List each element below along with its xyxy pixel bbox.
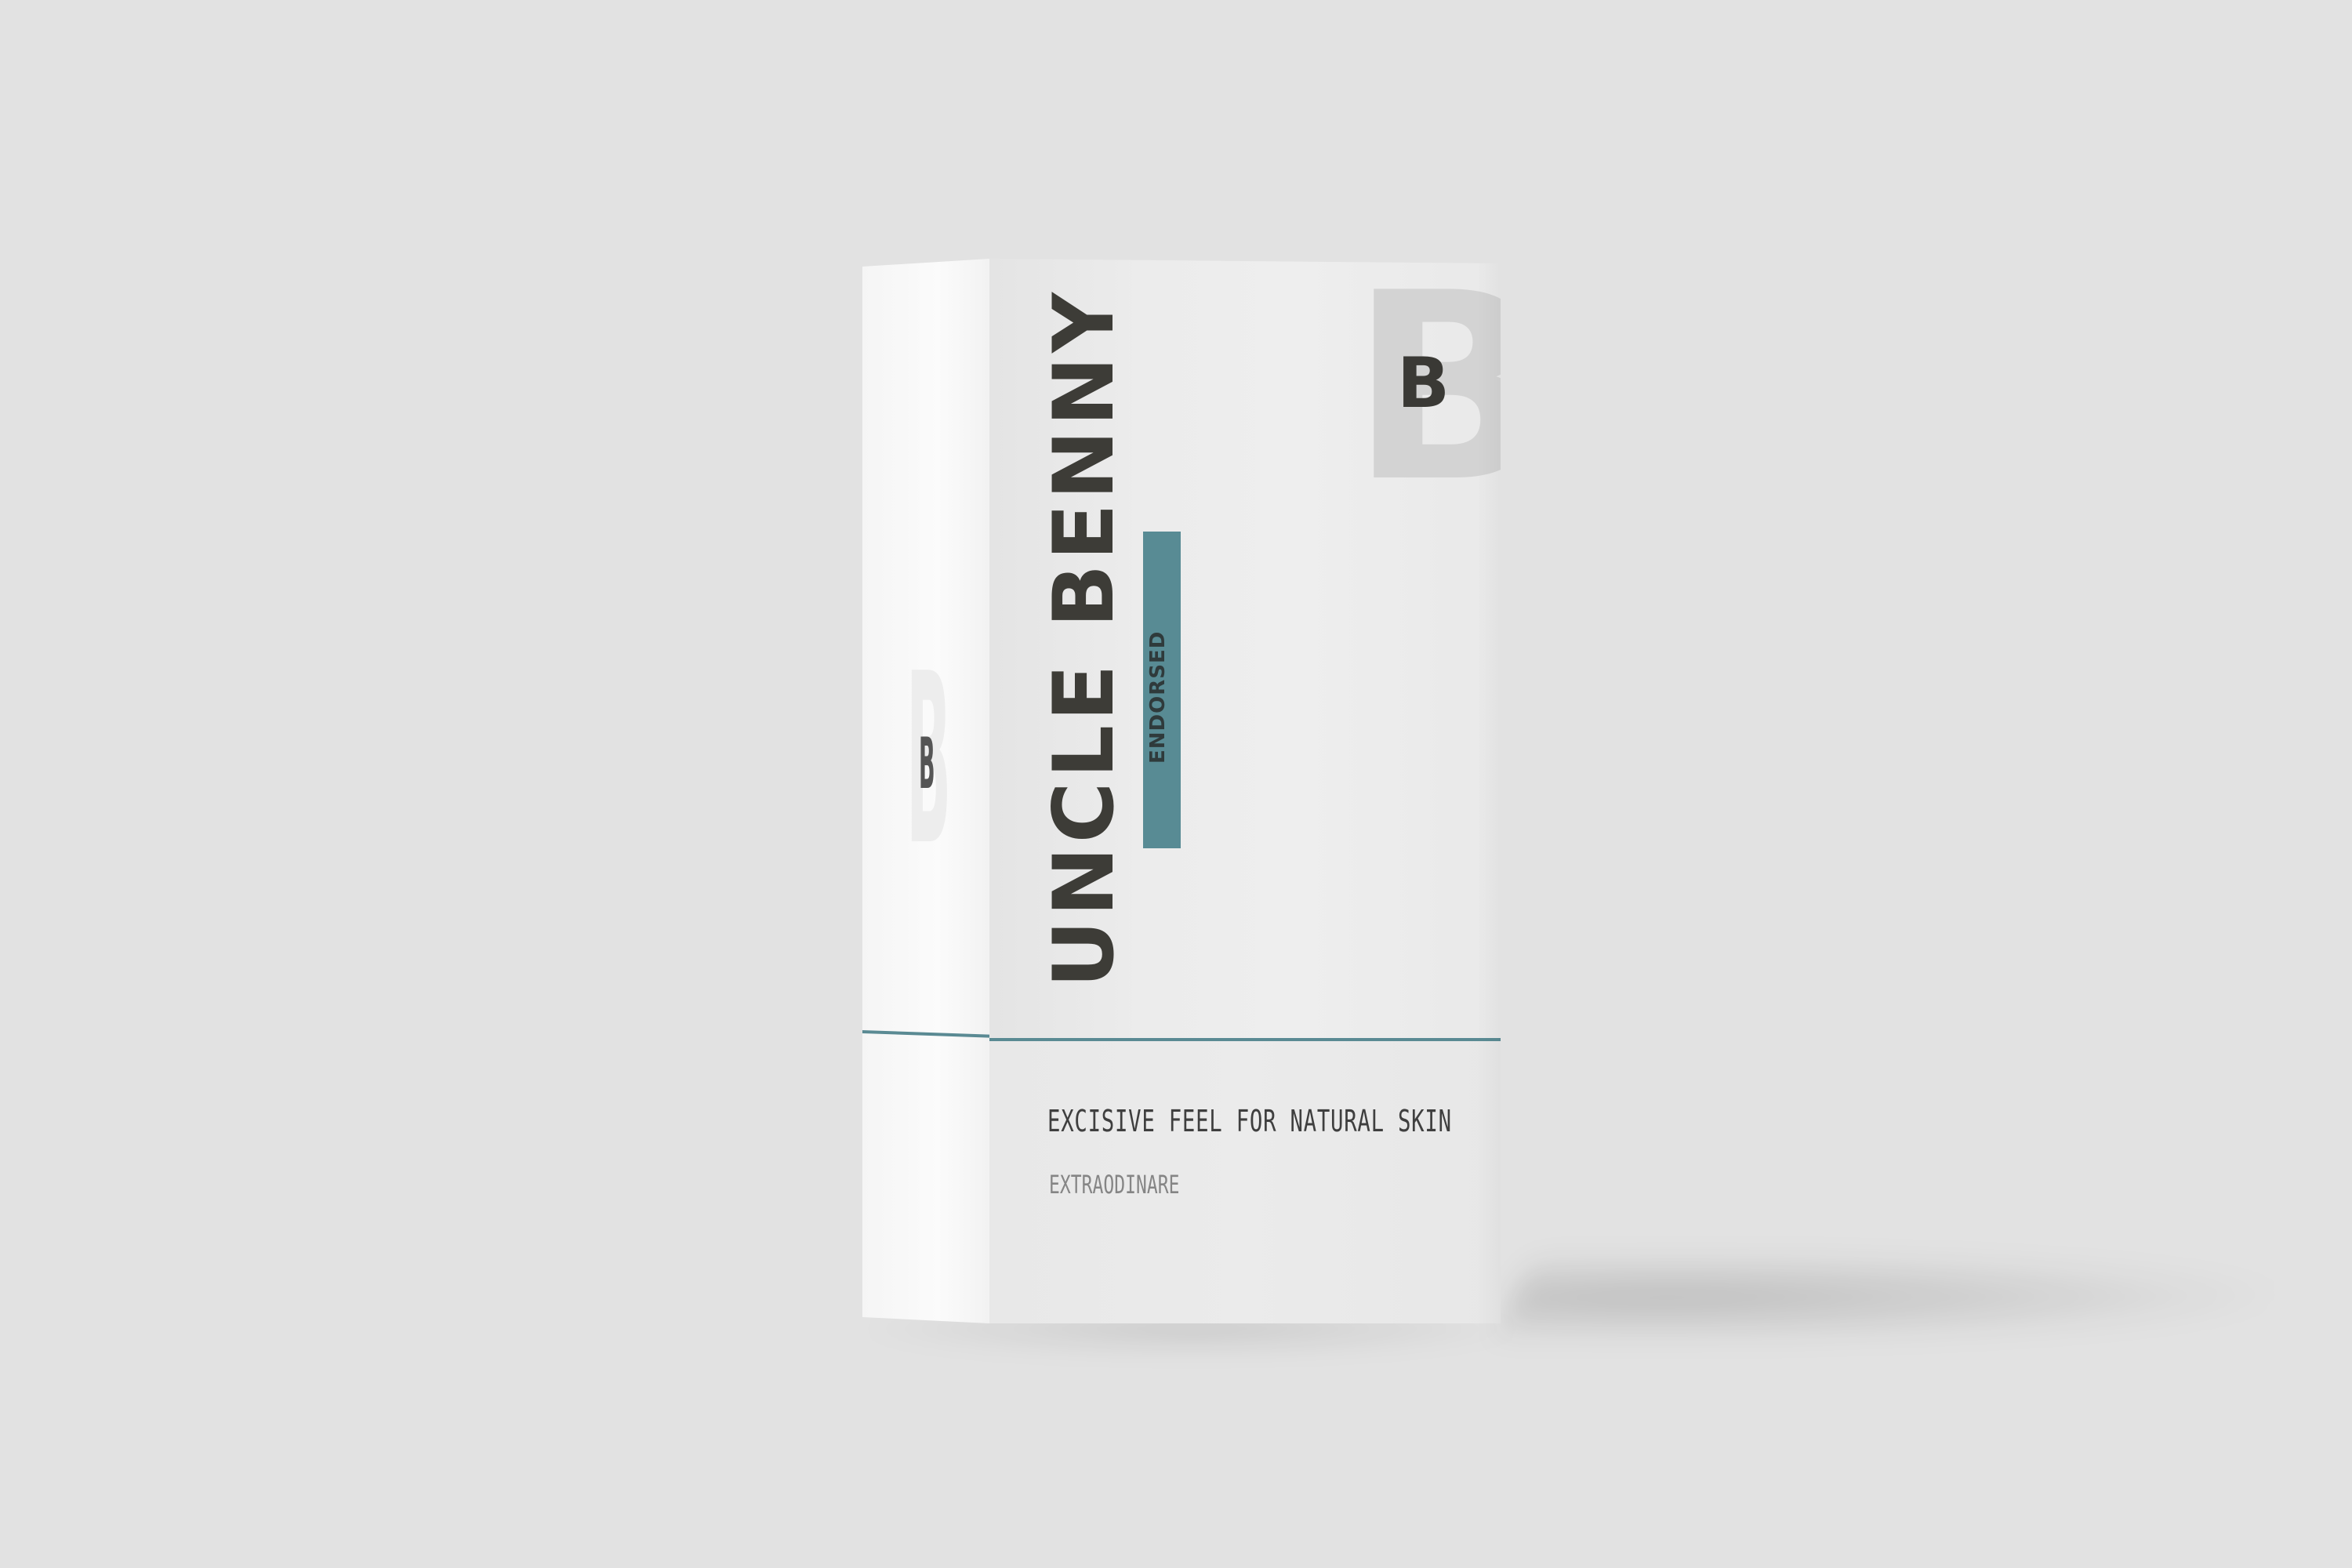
- endorsed-label: ENDORSED: [1146, 630, 1170, 764]
- side-band-line: [862, 1030, 989, 1038]
- monogram-small: B: [1397, 343, 1450, 423]
- product-mockup-scene: B B B B UNCLE BENNY ENDORSED EXCISIVE FE…: [0, 0, 2352, 1568]
- subline: EXTRAODINARE: [1049, 1170, 1180, 1200]
- box-side-face: B B: [862, 259, 989, 1323]
- floor-shadow: [1497, 1254, 2298, 1341]
- box-front-face: B B UNCLE BENNY ENDORSED EXCISIVE FEEL F…: [989, 259, 1501, 1323]
- side-monogram-small: B: [919, 723, 935, 805]
- front-band-line: [989, 1038, 1501, 1041]
- tagline: EXCISIVE FEEL FOR NATURAL SKIN: [1047, 1104, 1452, 1138]
- endorsed-bar: ENDORSED: [1143, 532, 1181, 848]
- brand-title: UNCLE BENNY: [1036, 289, 1132, 988]
- front-edge-shade: [1477, 259, 1501, 1323]
